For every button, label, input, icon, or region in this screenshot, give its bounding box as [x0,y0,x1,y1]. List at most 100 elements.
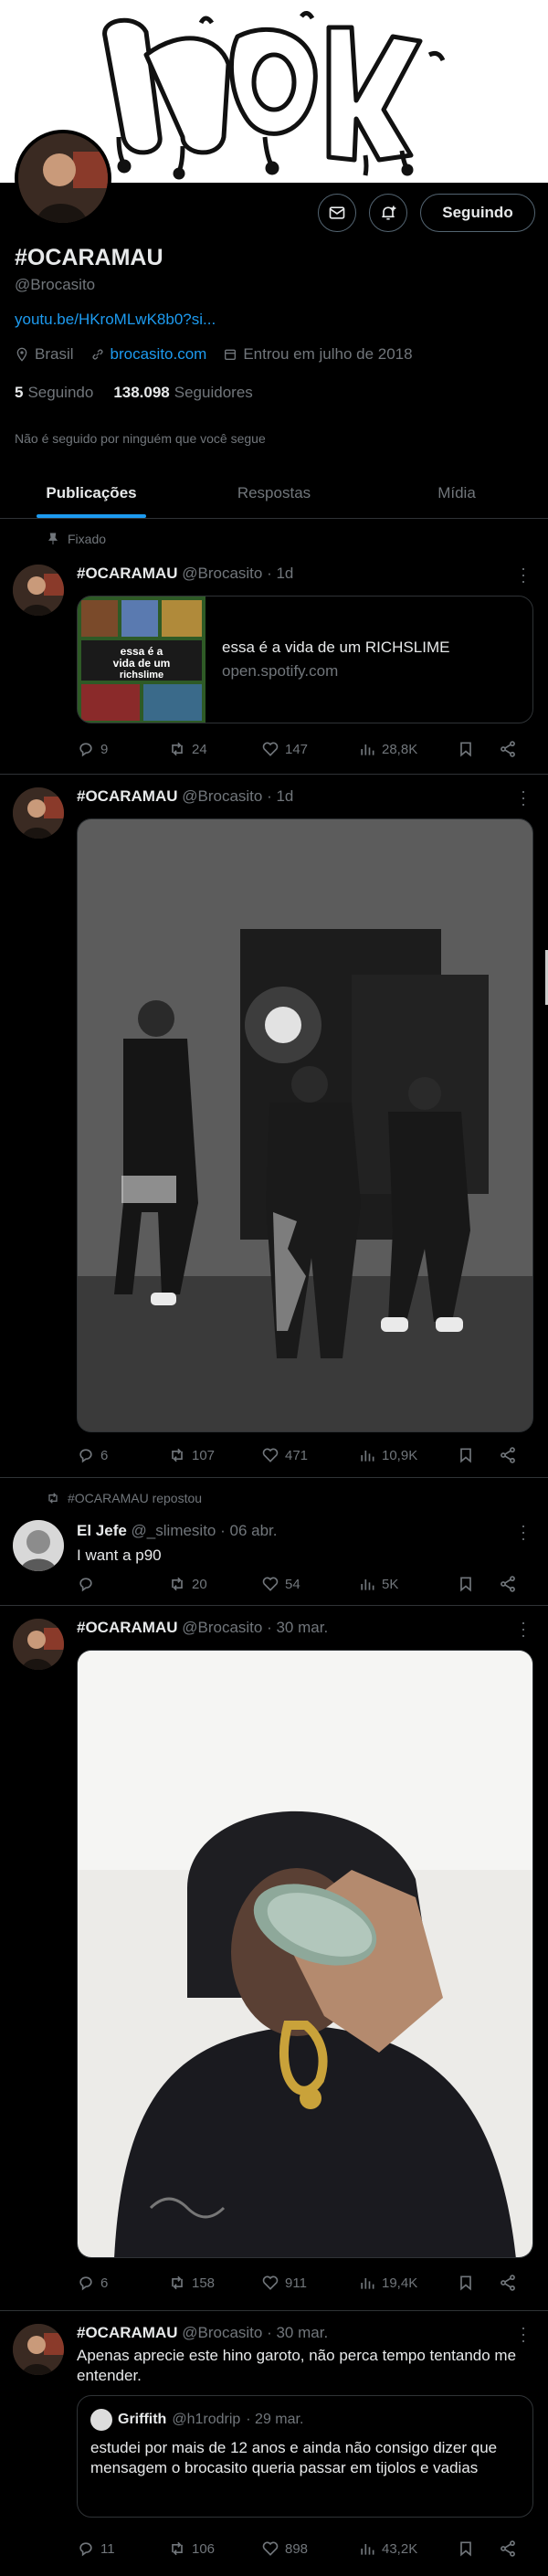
like-action[interactable]: 898 [261,2539,358,2558]
bookmark-action[interactable] [457,1446,499,1464]
share-action[interactable] [499,2274,526,2292]
more-options-icon[interactable]: ··· [514,2326,533,2345]
tab-replies[interactable]: Respostas [183,468,365,518]
avatar-photo [13,1520,64,1571]
author-handle[interactable]: @Brocasito [182,565,262,582]
views-action[interactable]: 43,2K [358,2539,457,2558]
tab-media[interactable]: Mídia [365,468,548,518]
share-action[interactable] [499,1446,526,1464]
tweet-avatar[interactable] [13,1619,64,1670]
more-options-icon[interactable]: ··· [514,566,533,586]
author-name[interactable]: #OCARAMAU [77,787,178,805]
quoted-tweet[interactable]: Griffith @h1rodrip · 29 mar. estudei por… [77,2395,533,2518]
author-handle[interactable]: @Brocasito [182,2324,262,2341]
share-action[interactable] [499,1575,526,1593]
profile-avatar[interactable] [15,130,111,227]
reply-icon [79,743,92,757]
author-name[interactable]: El Jefe [77,1522,127,1539]
bookmark-action[interactable] [457,2539,499,2558]
views-action[interactable]: 19,4K [358,2274,457,2292]
share-action[interactable] [499,2539,526,2558]
share-action[interactable] [499,740,526,758]
tweet-avatar[interactable] [13,2324,64,2375]
views-action[interactable]: 10,9K [358,1446,457,1464]
tweet-text: Apenas aprecie este hino garoto, não per… [77,2347,517,2384]
website-item[interactable]: brocasito.com [90,345,207,364]
reply-action[interactable] [77,1575,168,1593]
tweet-media[interactable] [77,818,533,1432]
author-name[interactable]: #OCARAMAU [77,565,178,582]
author-name[interactable]: #OCARAMAU [77,2324,178,2341]
views-count: 5K [382,1576,399,1592]
bookmark-icon [460,1577,471,1592]
author-handle[interactable]: @_slimesito [132,1522,216,1539]
more-options-icon[interactable]: ··· [514,1621,533,1640]
more-options-icon[interactable]: ··· [514,789,533,808]
tweet-photo[interactable]: #OCARAMAU @Brocasito · 1d ··· 6 107 471 … [0,775,548,1478]
avatar-photo [13,787,64,839]
repost-action[interactable]: 24 [168,740,261,758]
location-item: Brasil [15,345,74,364]
tweet-time[interactable]: · 30 mar. [267,2324,328,2341]
following-button[interactable]: Seguindo [420,194,535,232]
views-icon [361,744,374,755]
tweet-header: #OCARAMAU @Brocasito · 1d [77,565,293,583]
reply-count: 9 [100,741,109,757]
tweet-time[interactable]: · 30 mar. [267,1619,328,1636]
avatar-photo [13,2324,64,2375]
tweet-time[interactable]: · 1d [267,565,293,582]
tweet-actions: 11 106 898 43,2K [77,2538,533,2560]
tab-posts[interactable]: Publicações [0,468,183,518]
bookmark-action[interactable] [457,2274,499,2292]
message-button[interactable] [318,194,356,232]
bio-link[interactable]: youtu.be/HKroMLwK8b0?si... [15,311,216,329]
bookmark-action[interactable] [457,740,499,758]
share-icon [501,1447,515,1463]
followers-stat[interactable]: 138.098 Seguidores [113,384,252,402]
tab-replies-label: Respostas [237,483,311,501]
repost-count: 107 [192,1447,216,1463]
tweet-avatar[interactable] [13,1520,64,1571]
tweet-media[interactable] [77,1650,533,2258]
reply-action[interactable]: 6 [77,2274,168,2292]
share-icon [501,2540,515,2557]
repost-context-label[interactable]: #OCARAMAU repostou [68,1491,202,1505]
repost-action[interactable]: 106 [168,2539,261,2558]
views-count: 43,2K [382,2540,418,2557]
avatar-photo [13,1619,64,1670]
tweet-repost[interactable]: #OCARAMAU repostou El Jefe @_slimesito ·… [0,1478,548,1606]
more-options-icon[interactable]: ··· [514,1524,533,1543]
author-handle[interactable]: @Brocasito [182,787,262,805]
avatar-photo [13,565,64,616]
reply-action[interactable]: 11 [77,2539,168,2558]
tweet-photo[interactable]: #OCARAMAU @Brocasito · 30 mar. ··· 6 158… [0,1606,548,2311]
like-action[interactable]: 911 [261,2274,358,2292]
tweet-quote[interactable]: #OCARAMAU @Brocasito · 30 mar. ··· Apena… [0,2311,548,2576]
following-stat[interactable]: 5 Seguindo [15,384,93,402]
reply-count: 6 [100,1447,109,1463]
link-icon [92,349,103,360]
like-action[interactable]: 54 [261,1575,358,1593]
website-link[interactable]: brocasito.com [111,345,207,364]
tweet-avatar[interactable] [13,787,64,839]
views-action[interactable]: 5K [358,1575,457,1593]
tweet-time[interactable]: · 1d [267,787,293,805]
views-action[interactable]: 28,8K [358,740,457,758]
repost-action[interactable]: 107 [168,1446,261,1464]
author-name[interactable]: #OCARAMAU [77,1619,178,1636]
tweet-time[interactable]: · 06 abr. [220,1522,277,1539]
tweet-pinned[interactable]: Fixado #OCARAMAU @Brocasito · 1d ··· ess… [0,519,548,775]
reply-action[interactable]: 9 [77,740,168,758]
tweet-avatar[interactable] [13,565,64,616]
repost-action[interactable]: 20 [168,1575,261,1593]
reply-action[interactable]: 6 [77,1446,168,1464]
link-card[interactable]: essa é a vida de um richslime essa é a v… [77,596,533,723]
heart-icon [262,742,279,756]
author-handle[interactable]: @Brocasito [182,1619,262,1636]
bookmark-action[interactable] [457,1575,499,1593]
like-action[interactable]: 471 [261,1446,358,1464]
repost-action[interactable]: 158 [168,2274,261,2292]
like-action[interactable]: 147 [261,740,358,758]
notifications-button[interactable] [369,194,407,232]
selfie-photo-image [78,1651,532,2257]
